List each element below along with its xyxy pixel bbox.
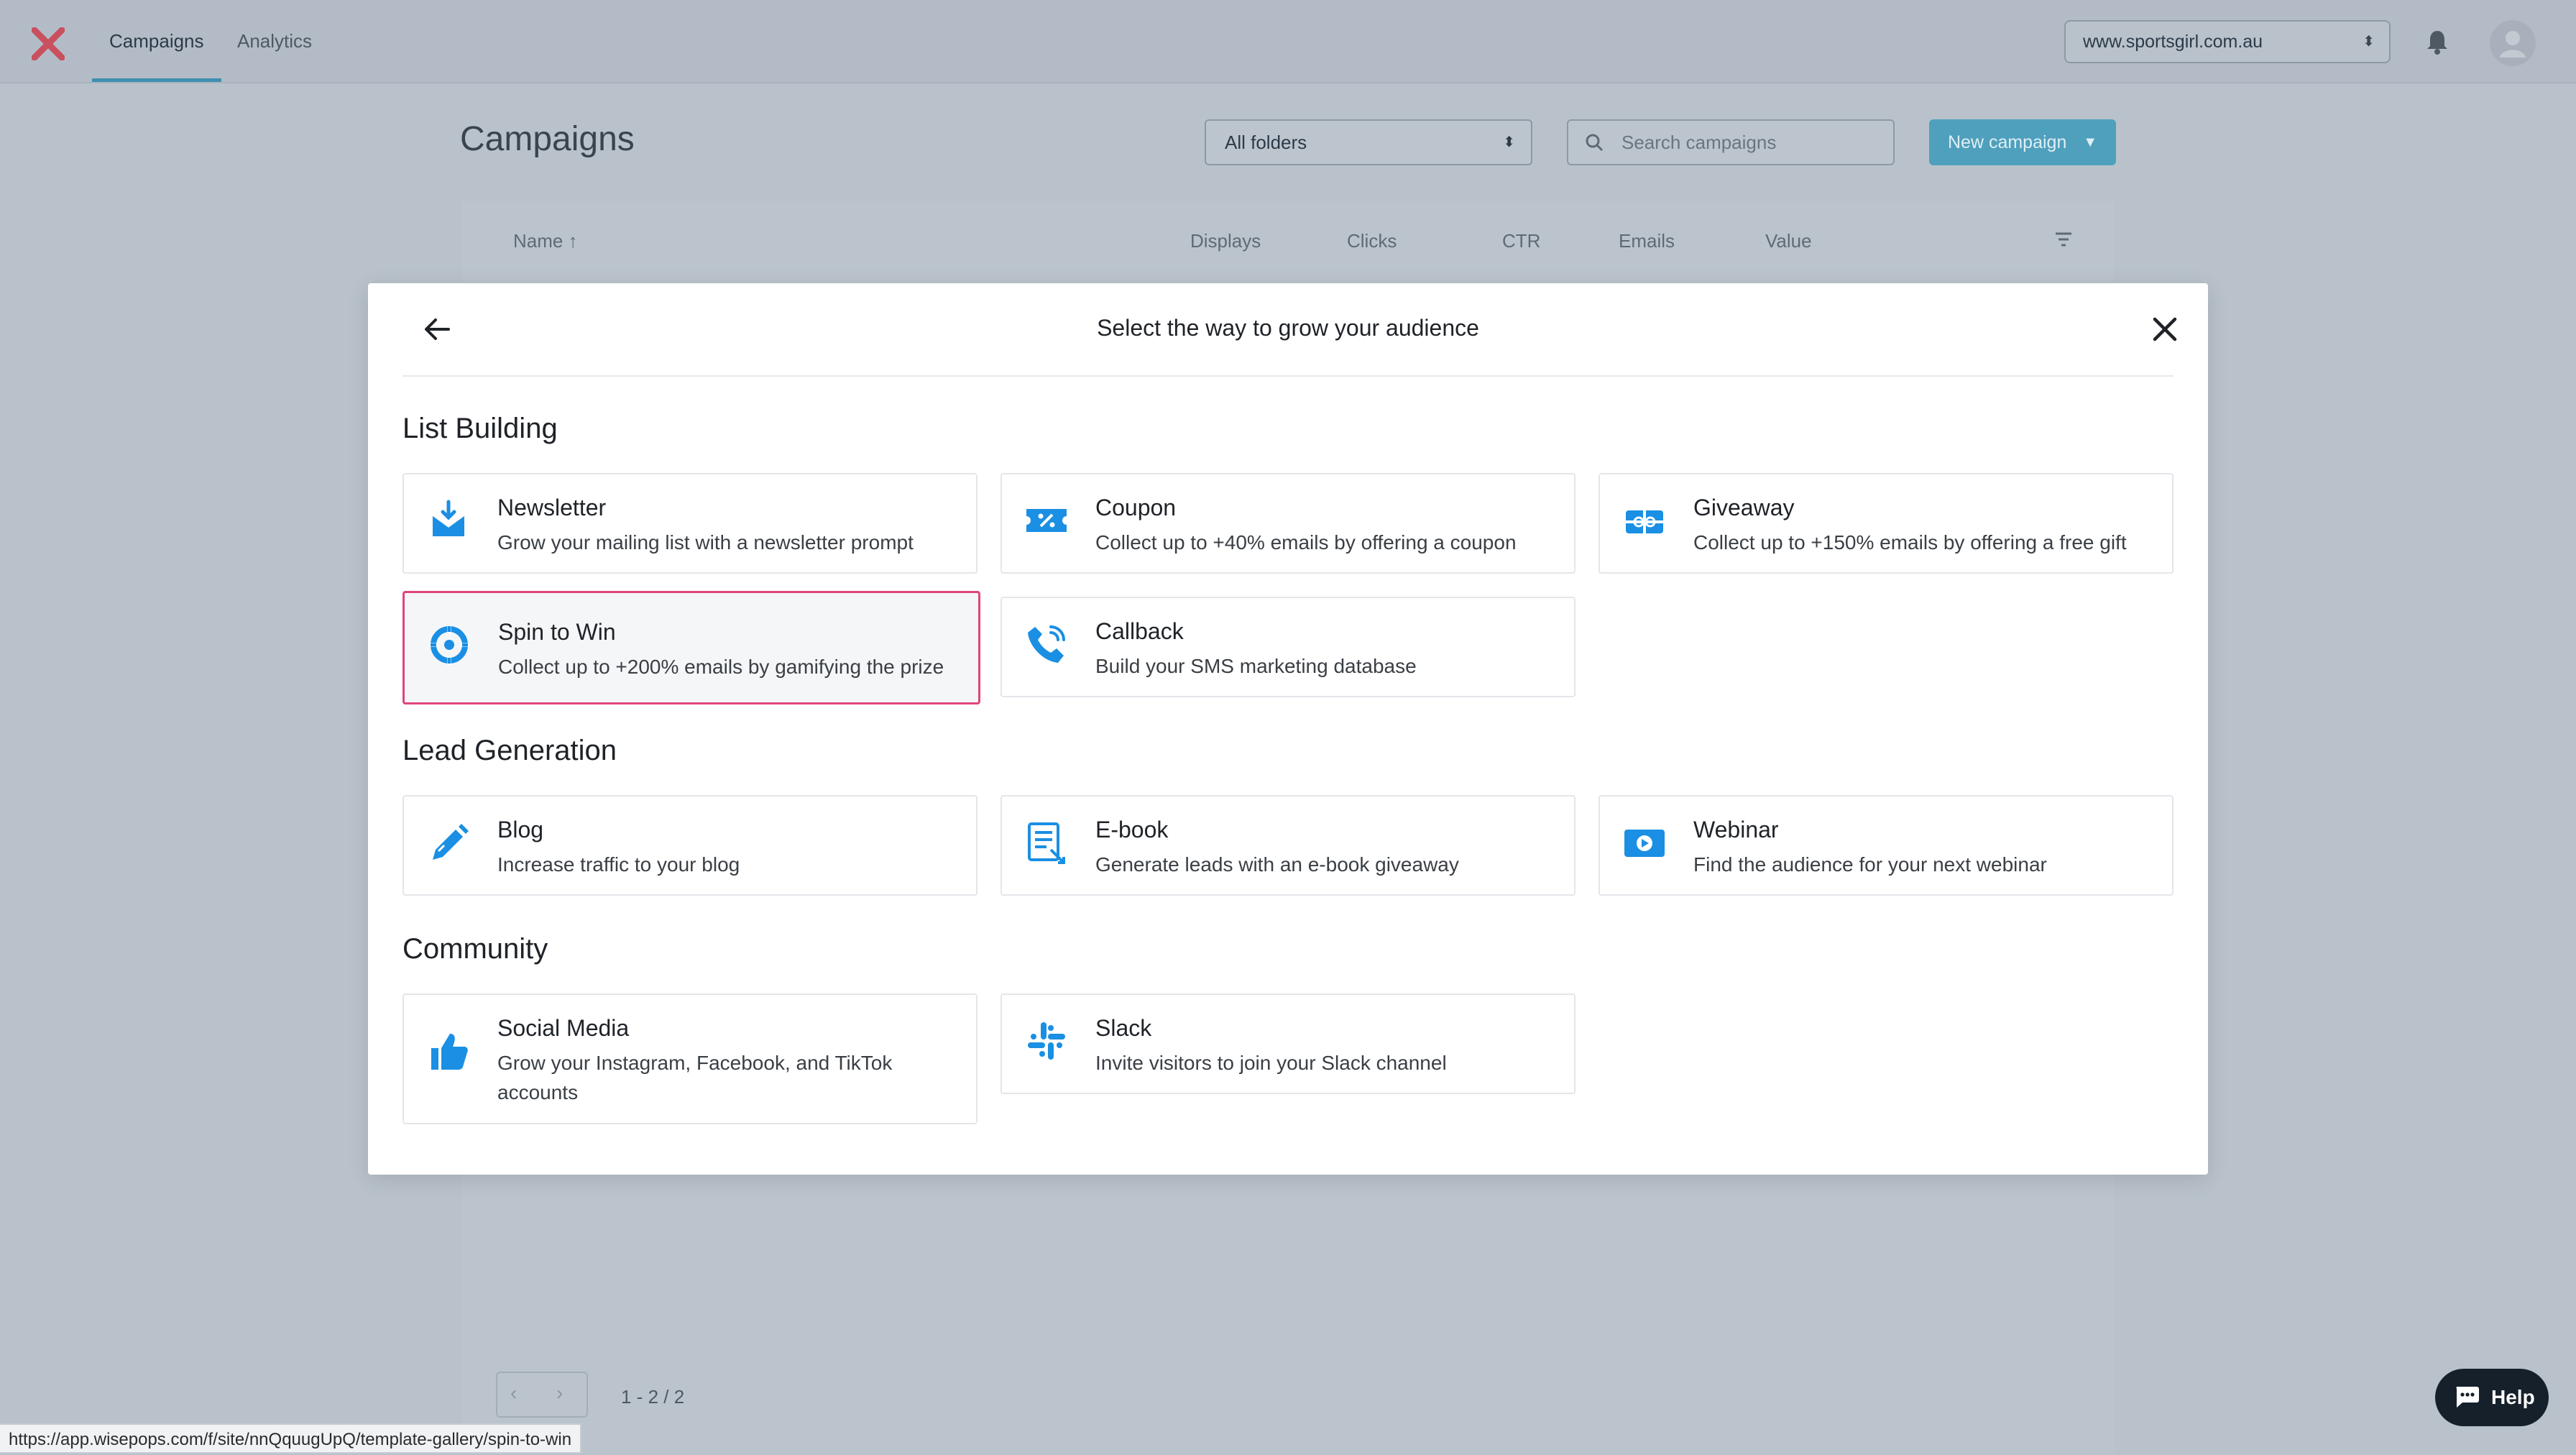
video-icon — [1624, 830, 1665, 857]
card-giveaway[interactable]: Giveaway Collect up to +150% emails by o… — [1598, 473, 2174, 574]
caret-down-icon: ▼ — [2083, 134, 2097, 150]
modal-header: Select the way to grow your audience — [402, 283, 2177, 377]
card-title: Giveaway — [1693, 495, 1795, 520]
ebook-icon — [1028, 822, 1065, 864]
card-description: Grow your mailing list with a newsletter… — [497, 531, 914, 554]
card-description: Collect up to +200% emails by gamifying … — [498, 656, 944, 678]
search-campaigns-input[interactable]: Search campaigns — [1567, 119, 1895, 165]
column-header-ctr[interactable]: CTR — [1502, 230, 1540, 252]
newsletter-icon — [432, 500, 465, 536]
giveaway-icon — [1626, 510, 1663, 533]
card-description: Collect up to +150% emails by offering a… — [1693, 531, 2127, 554]
card-spin-to-win[interactable]: Spin to Win Collect up to +200% emails b… — [402, 591, 980, 704]
card-blog[interactable]: Blog Increase traffic to your blog — [402, 795, 978, 896]
column-header-value[interactable]: Value — [1765, 230, 1812, 252]
spin-wheel-icon — [429, 625, 469, 665]
card-title: E-book — [1095, 817, 1169, 843]
search-icon — [1586, 134, 1604, 152]
new-campaign-label: New campaign — [1948, 132, 2067, 152]
column-header-displays[interactable]: Displays — [1190, 230, 1261, 252]
search-placeholder: Search campaigns — [1622, 132, 1777, 153]
user-icon — [2500, 31, 2526, 58]
site-select[interactable]: www.sportsgirl.com.au ⬍ — [2064, 20, 2391, 63]
tab-campaigns[interactable]: Campaigns — [92, 0, 221, 82]
phone-icon — [1028, 625, 1065, 663]
close-icon[interactable] — [2148, 312, 2182, 346]
card-title: Social Media — [497, 1015, 630, 1041]
chevron-right-icon[interactable]: › — [556, 1382, 563, 1405]
slack-icon — [1028, 1022, 1065, 1060]
column-header-emails[interactable]: Emails — [1619, 230, 1675, 252]
bell-icon[interactable] — [2425, 29, 2450, 55]
card-webinar[interactable]: Webinar Find the audience for your next … — [1598, 795, 2174, 896]
status-bar-url: https://app.wisepops.com/f/site/nnQquugU… — [0, 1423, 582, 1454]
wisepops-logo[interactable] — [32, 27, 65, 60]
card-description: Invite visitors to join your Slack chann… — [1095, 1052, 1447, 1074]
audience-modal: Select the way to grow your audience Lis… — [368, 283, 2208, 1175]
card-newsletter[interactable]: Newsletter Grow your mailing list with a… — [402, 473, 978, 574]
card-description: Increase traffic to your blog — [497, 853, 740, 876]
card-description: Generate leads with an e-book giveaway — [1095, 853, 1459, 876]
folder-select-value: All folders — [1225, 132, 1307, 153]
card-title: Slack — [1095, 1015, 1152, 1041]
tab-analytics[interactable]: Analytics — [220, 0, 329, 82]
card-description: Find the audience for your next webinar — [1693, 853, 2047, 876]
card-coupon[interactable]: Coupon Collect up to +40% emails by offe… — [1000, 473, 1576, 574]
section-title-list-building: List Building — [402, 413, 558, 444]
card-title: Webinar — [1693, 817, 1779, 843]
filter-icon[interactable] — [2054, 231, 2073, 247]
help-button[interactable]: Help — [2435, 1369, 2549, 1426]
column-header-clicks[interactable]: Clicks — [1347, 230, 1397, 252]
pen-icon — [433, 824, 469, 860]
chevron-left-icon[interactable]: ‹ — [510, 1382, 517, 1405]
card-description: Grow your Instagram, Facebook, and TikTo… — [497, 1052, 893, 1103]
card-description: Build your SMS marketing database — [1095, 655, 1417, 677]
card-slack[interactable]: Slack Invite visitors to join your Slack… — [1000, 993, 1576, 1094]
chat-icon — [2456, 1387, 2479, 1408]
pagination-count: 1 - 2 / 2 — [621, 1386, 685, 1408]
section-title-community: Community — [402, 933, 548, 965]
site-select-value: www.sportsgirl.com.au — [2083, 32, 2263, 52]
card-title: Blog — [497, 817, 544, 843]
modal-title: Select the way to grow your audience — [1097, 315, 1479, 341]
user-avatar[interactable] — [2490, 20, 2536, 66]
page-title: Campaigns — [460, 120, 635, 158]
select-arrows-icon: ⬍ — [1503, 134, 1515, 150]
card-callback[interactable]: Callback Build your SMS marketing databa… — [1000, 597, 1576, 697]
section-title-lead-generation: Lead Generation — [402, 735, 617, 766]
coupon-icon — [1026, 509, 1067, 532]
card-social-media[interactable]: Social Media Grow your Instagram, Facebo… — [402, 993, 978, 1124]
new-campaign-button[interactable]: New campaign ▼ — [1929, 119, 2116, 165]
thumbs-up-icon — [431, 1034, 468, 1070]
column-header-name[interactable]: Name ↑ — [513, 230, 578, 252]
card-title: Callback — [1095, 618, 1184, 644]
card-title: Newsletter — [497, 495, 607, 520]
card-description: Collect up to +40% emails by offering a … — [1095, 531, 1517, 554]
top-nav-bar: Campaigns Analytics www.sportsgirl.com.a… — [0, 0, 2576, 83]
card-ebook[interactable]: E-book Generate leads with an e-book giv… — [1000, 795, 1576, 896]
folder-select[interactable]: All folders ⬍ — [1205, 119, 1532, 165]
help-label: Help — [2491, 1386, 2535, 1408]
pagination-controls: ‹ › — [496, 1372, 588, 1418]
card-title: Spin to Win — [498, 619, 616, 645]
card-title: Coupon — [1095, 495, 1177, 520]
select-arrows-icon: ⬍ — [2363, 34, 2375, 50]
